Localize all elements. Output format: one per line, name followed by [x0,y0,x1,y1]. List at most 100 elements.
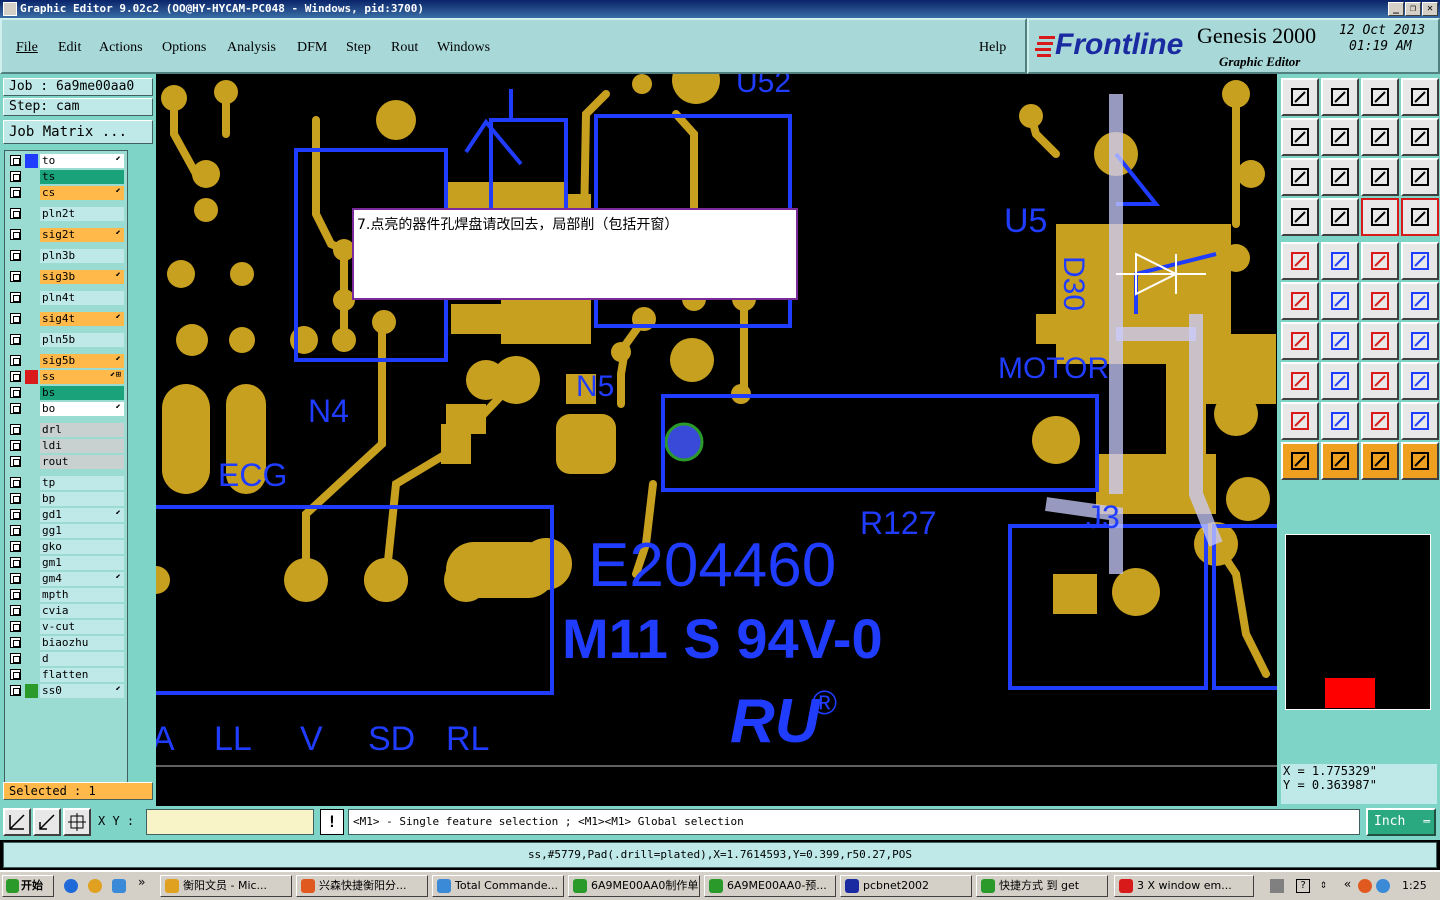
layer-checkbox[interactable] [10,403,21,414]
explorer-icon[interactable] [112,879,126,893]
query-button[interactable] [1401,158,1439,196]
layer-name[interactable]: pln5b [40,333,124,347]
taskbar-item-6[interactable]: pcbnet2002 [840,875,972,897]
layer-checkbox[interactable] [10,605,21,616]
layer-name[interactable]: biaozhu [40,636,124,650]
zoom-fit-button[interactable] [3,808,31,836]
layer-row-cs[interactable]: cs ⬋ [8,186,124,200]
menu-analysis[interactable]: Analysis [227,40,276,56]
title-bar[interactable]: Graphic Editor 9.02c2 (OO@HY-HYCAM-PC048… [0,0,1440,18]
layer-checkbox[interactable] [10,208,21,219]
layer-name[interactable]: pln3b [40,249,124,263]
layer-name[interactable]: mpth [40,588,124,602]
view-rectangle[interactable] [1325,678,1375,708]
layer-checkbox[interactable] [10,334,21,345]
layer-row-gko[interactable]: gko [8,540,124,554]
layer-name[interactable]: bo [40,402,124,416]
zoom-back-button[interactable] [1281,118,1319,156]
menu-help[interactable]: Help [979,40,1006,56]
layer-checkbox[interactable] [10,685,21,696]
layer-row-v-cut[interactable]: v-cut [8,620,124,634]
layer-row-bp[interactable]: bp [8,492,124,506]
open-step-button[interactable] [1281,78,1319,116]
layer-name[interactable]: gm1 [40,556,124,570]
taskbar-item-3[interactable]: Total Commande... [432,875,564,897]
layer-checkbox[interactable] [10,589,21,600]
angle-button[interactable] [1281,322,1319,360]
layer-name[interactable]: sig2t [40,228,124,242]
line-button[interactable] [1321,322,1359,360]
layer-row-pln3b[interactable]: pln3b [8,249,124,263]
layer-color-swatch[interactable] [25,604,38,618]
resize-button[interactable] [1401,322,1439,360]
layer-checkbox[interactable] [10,229,21,240]
layer-name[interactable]: bp [40,492,124,506]
layer-row-pln4t[interactable]: pln4t [8,291,124,305]
layer-checkbox[interactable] [10,509,21,520]
layer-row-ss0[interactable]: ss0 ⬋ [8,684,124,698]
layer-name[interactable]: cvia [40,604,124,618]
tray-expand-icon[interactable]: « [1344,877,1351,891]
move-button[interactable] [1361,282,1399,320]
layer-row-bs[interactable]: bs [8,386,124,400]
layer-name[interactable]: pln2t [40,207,124,221]
circle-button[interactable] [1401,242,1439,280]
layer-row-drl[interactable]: drl [8,423,124,437]
save-button[interactable] [1321,78,1359,116]
xy-input[interactable] [146,809,314,835]
layer-name[interactable]: d [40,652,124,666]
layer-name[interactable]: drl [40,423,124,437]
layer-row-pln2t[interactable]: pln2t [8,207,124,221]
layer-color-swatch[interactable] [25,228,38,242]
layer-color-swatch[interactable] [25,588,38,602]
layer-color-swatch[interactable] [25,291,38,305]
layer-checkbox[interactable] [10,271,21,282]
layer-color-swatch[interactable] [25,249,38,263]
layer-row-biaozhu[interactable]: biaozhu [8,636,124,650]
taskbar-item-5[interactable]: 6A9ME00AA0-预... [704,875,836,897]
layer-color-swatch[interactable] [25,186,38,200]
annotation-note[interactable]: 7.点亮的器件孔焊盘请改回去，局部削（包括开窗） [352,208,798,300]
layer-checkbox[interactable] [10,637,21,648]
layer-row-sig3b[interactable]: sig3b ⬋ [8,270,124,284]
taskbar-item-8[interactable]: 3 X window em... [1114,875,1254,897]
layer-row-ldi[interactable]: ldi [8,439,124,453]
delete-button[interactable] [1321,282,1359,320]
taskbar-item-2[interactable]: 兴森快捷衡阳分... [296,875,428,897]
tray-arrow-icon[interactable]: ⇕ [1320,877,1327,891]
graphic-canvas[interactable]: U52 N4 N5 ECG U5 D30 MOTOR R127 J3 E2044… [156,74,1277,802]
menu-actions[interactable]: Actions [99,40,143,56]
layer-color-swatch[interactable] [25,556,38,570]
layer-checkbox[interactable] [10,541,21,552]
layer-name[interactable]: cs [40,186,124,200]
layer-color-swatch[interactable] [25,207,38,221]
layer-name[interactable]: sig3b [40,270,124,284]
layer-checkbox[interactable] [10,171,21,182]
pointer-net-button[interactable] [1401,442,1439,480]
minimize-button[interactable]: _ [1388,2,1404,16]
layer-name[interactable]: gko [40,540,124,554]
layer-row-tp[interactable]: tp [8,476,124,490]
measure-button[interactable] [33,808,61,836]
pointer-move-button[interactable] [1361,442,1399,480]
taskbar-item-4[interactable]: 6A9ME00AA0制作单 [568,875,700,897]
close-button[interactable]: ✕ [1422,2,1438,16]
layer-color-swatch[interactable] [25,354,38,368]
layer-color-swatch[interactable] [25,492,38,506]
measure-button[interactable] [1361,242,1399,280]
layer-color-swatch[interactable] [25,572,38,586]
layer-name[interactable]: gd1 [40,508,124,522]
layer-row-flatten[interactable]: flatten [8,668,124,682]
layer-checkbox[interactable] [10,456,21,467]
menu-dfm[interactable]: DFM [297,40,327,56]
maximize-button[interactable]: ❐ [1405,2,1421,16]
layer-checkbox[interactable] [10,557,21,568]
layer-name[interactable]: ss0 [40,684,124,698]
draw-a-button[interactable] [1321,402,1359,440]
zoom-forward-button[interactable] [1321,118,1359,156]
connect-button[interactable] [1281,282,1319,320]
layer-color-swatch[interactable] [25,455,38,469]
layer-name[interactable]: tp [40,476,124,490]
layer-row-bo[interactable]: bo ⬋ [8,402,124,416]
units-selector[interactable]: Inch ═ [1366,808,1436,836]
